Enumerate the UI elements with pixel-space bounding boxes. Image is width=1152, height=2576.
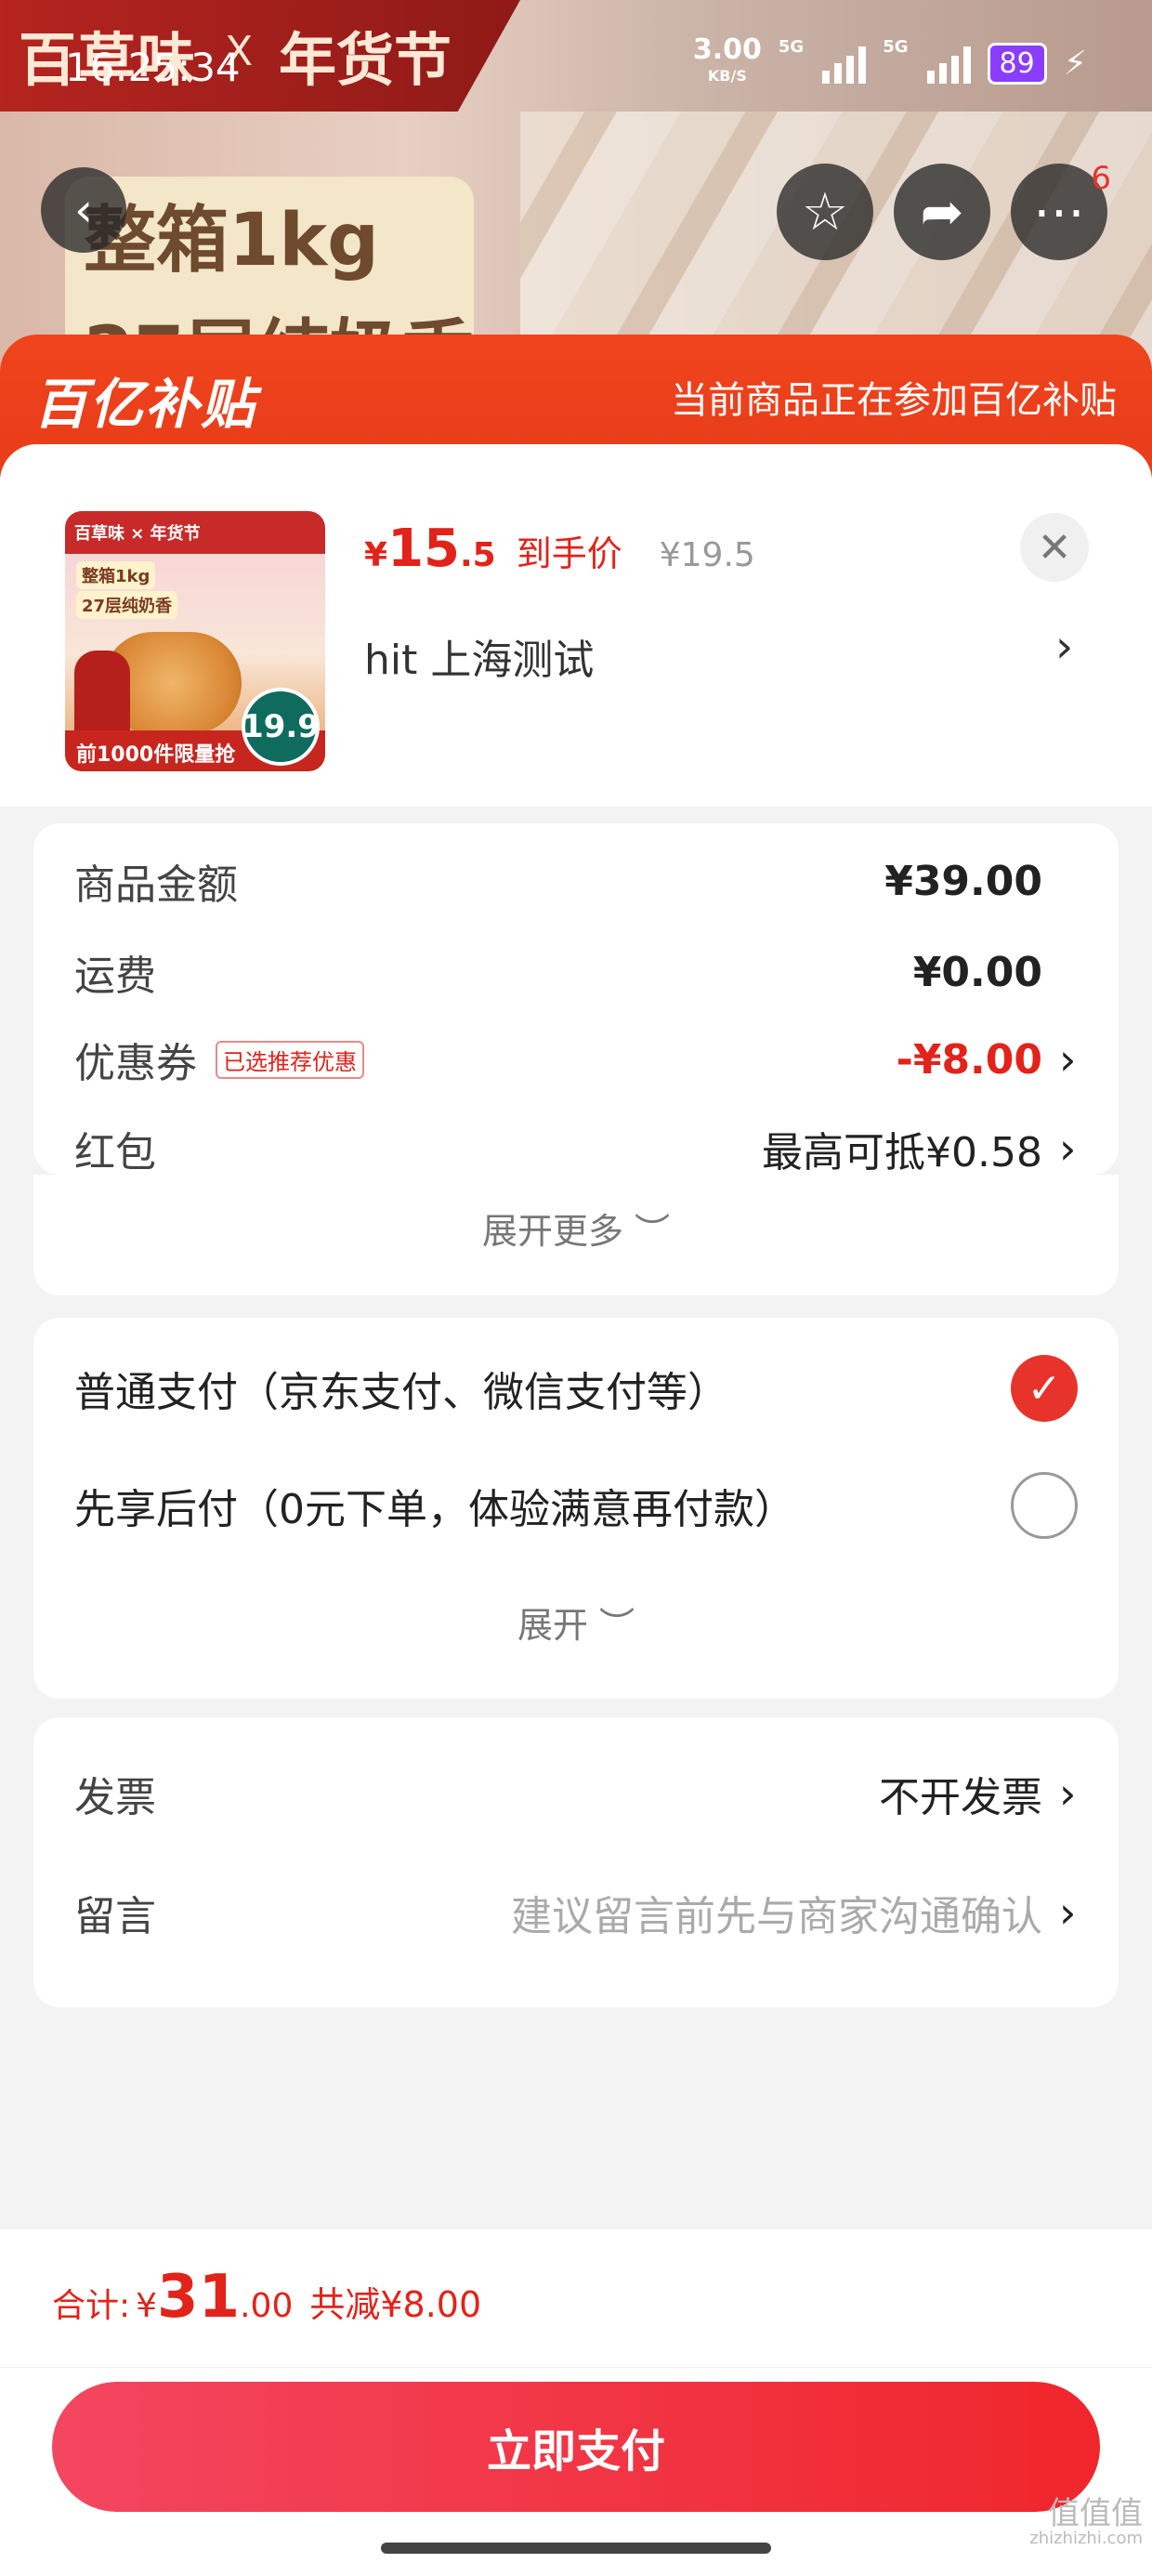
checkout-page: 百草味 X 年货节 整箱1kg 27层纯奶香 16:25:34 3.00 KB/… (0, 0, 1152, 2576)
pay-now-button[interactable]: 立即支付 (52, 2382, 1100, 2512)
home-indicator[interactable] (381, 2543, 771, 2554)
shipping-row: 运费 ¥0.00 › (74, 942, 1078, 1002)
favorite-star-icon[interactable]: ☆ (777, 164, 873, 260)
address-chevron-right-icon[interactable]: › (1055, 621, 1073, 673)
status-icons: 3.00 KB/S 5G 5G 89 ⚡ (693, 36, 1087, 89)
final-price: ¥15.5 (364, 519, 496, 579)
footer-divider (0, 2367, 1152, 2368)
watermark-sub: zhizhizhi.com (1029, 2529, 1143, 2548)
speed-unit: KB/S (707, 67, 747, 85)
coupon-recommended-tag: 已选推荐优惠 (216, 1040, 364, 1079)
banner-event: 年货节 (279, 26, 452, 94)
thumb-tag-2: 27层纯奶香 (76, 591, 178, 619)
order-total: 合计: ¥ 31 .00 共减¥8.00 (52, 2263, 481, 2332)
network-2-label: 5G (883, 37, 909, 57)
note-placeholder[interactable]: 建议留言前先与商家沟通确认 (511, 1883, 1042, 1942)
goods-amount-value: ¥39.00 (884, 857, 1042, 905)
checkout-footer: 合计: ¥ 31 .00 共减¥8.00 立即支付 (0, 2228, 1152, 2576)
charging-icon: ⚡ (1063, 44, 1087, 83)
goods-amount-row: 商品金额 ¥39.00 › (74, 851, 1078, 911)
watermark-main: 值值值 (1048, 2495, 1143, 2532)
invoice-row[interactable]: 发票 不开发票 › (74, 1764, 1078, 1823)
final-price-label: 到手价 (516, 533, 622, 574)
shipping-address[interactable]: hit 上海测试 (364, 626, 594, 686)
radio-unselected-icon[interactable] (1011, 1472, 1078, 1539)
payment-option-standard-label: 普通支付（京东支付、微信支付等） (74, 1369, 728, 1416)
final-price-integer: 15 (387, 519, 460, 579)
note-chevron-right-icon[interactable]: › (1059, 1887, 1078, 1938)
coupon-chevron-right-icon[interactable]: › (1059, 1034, 1078, 1084)
payment-card: 普通支付（京东支付、微信支付等） ✓ 先享后付（0元下单，体验满意再付款） 展开… (33, 1318, 1119, 1699)
total-saving: 共减¥8.00 (309, 2284, 482, 2325)
signal-1-icon (822, 43, 867, 84)
battery-icon: 89 (987, 42, 1047, 85)
network-1-label: 5G (778, 37, 805, 57)
payment-option-standard[interactable]: 普通支付（京东支付、微信支付等） ✓ (74, 1355, 1078, 1422)
fees-card: 商品金额 ¥39.00 › 运费 ¥0.00 › 优惠券 已选推荐优惠 -¥8.… (33, 823, 1119, 1178)
checkmark-selected-icon[interactable]: ✓ (1011, 1355, 1078, 1422)
fees-card-footer: 展开更多 ︶ (33, 1175, 1119, 1295)
note-row[interactable]: 留言 建议留言前先与商家沟通确认 › (74, 1883, 1078, 1942)
speed-value: 3.00 (692, 33, 762, 66)
network-speed: 3.00 KB/S (693, 36, 762, 89)
invoice-value: 不开发票 (879, 1774, 1042, 1821)
red-packet-value: 最高可抵¥0.58 (762, 1129, 1042, 1176)
expand-more-fees[interactable]: 展开更多 ︶ (33, 1203, 1119, 1254)
total-decimal: .00 (240, 2287, 294, 2325)
coupon-row[interactable]: 优惠券 已选推荐优惠 -¥8.00 › (74, 1030, 1078, 1089)
share-icon[interactable]: ➦ (894, 164, 990, 260)
signal-2-icon (926, 43, 971, 84)
red-packet-chevron-right-icon[interactable]: › (1059, 1124, 1078, 1174)
back-icon[interactable]: ‹ (41, 167, 126, 253)
product-thumbnail[interactable]: 百草味 × 年货节 整箱1kg 27层纯奶香 前1000件限量抢 19.9 (65, 511, 325, 771)
thumb-brand: 百草味 × 年货节 (65, 511, 325, 554)
invoice-label: 发票 (74, 1774, 156, 1821)
goods-amount-label: 商品金额 (74, 861, 238, 909)
price-row: ¥15.5 到手价 ¥19.5 (364, 519, 755, 579)
note-label: 留言 (74, 1893, 156, 1940)
total-currency: ¥ (136, 2287, 158, 2325)
more-badge: 6 (1091, 160, 1111, 197)
red-packet-row[interactable]: 红包 最高可抵¥0.58 › (74, 1119, 1078, 1178)
coupon-label: 优惠券 (74, 1040, 197, 1087)
thumb-price-badge: 19.9 (242, 688, 320, 766)
total-integer: 31 (157, 2263, 241, 2332)
payment-option-pay-later[interactable]: 先享后付（0元下单，体验满意再付款） (74, 1472, 1078, 1539)
invoice-chevron-right-icon[interactable]: › (1059, 1768, 1078, 1819)
expand-payment-options[interactable]: 展开 ︶ (33, 1597, 1119, 1648)
shipping-value: ¥0.00 (912, 948, 1042, 996)
original-price: ¥19.5 (659, 536, 755, 574)
coupon-value: -¥8.00 (896, 1035, 1042, 1084)
total-label: 合计: (52, 2287, 131, 2325)
close-icon[interactable]: ✕ (1020, 513, 1089, 582)
product-section: 百草味 × 年货节 整箱1kg 27层纯奶香 前1000件限量抢 19.9 ¥1… (0, 444, 1152, 807)
extras-card: 发票 不开发票 › 留言 建议留言前先与商家沟通确认 › (33, 1717, 1119, 2007)
shipping-label: 运费 (74, 953, 156, 1000)
watermark: 值值值 zhizhizhi.com (1029, 2498, 1143, 2548)
status-time: 16:25:34 (65, 45, 241, 90)
final-price-currency: ¥ (364, 536, 388, 574)
payment-option-pay-later-label: 先享后付（0元下单，体验满意再付款） (74, 1486, 795, 1533)
subsidy-logo: 百亿补贴 (33, 373, 257, 436)
thumb-tag-1: 整箱1kg (76, 561, 156, 589)
more-icon[interactable]: ⋯ 6 (1011, 160, 1111, 260)
subsidy-message: 当前商品正在参加百亿补贴 (671, 379, 1117, 422)
final-price-decimal: .5 (460, 536, 496, 574)
red-packet-label: 红包 (74, 1129, 156, 1176)
banner-feature-1: 整箱1kg (84, 199, 379, 283)
